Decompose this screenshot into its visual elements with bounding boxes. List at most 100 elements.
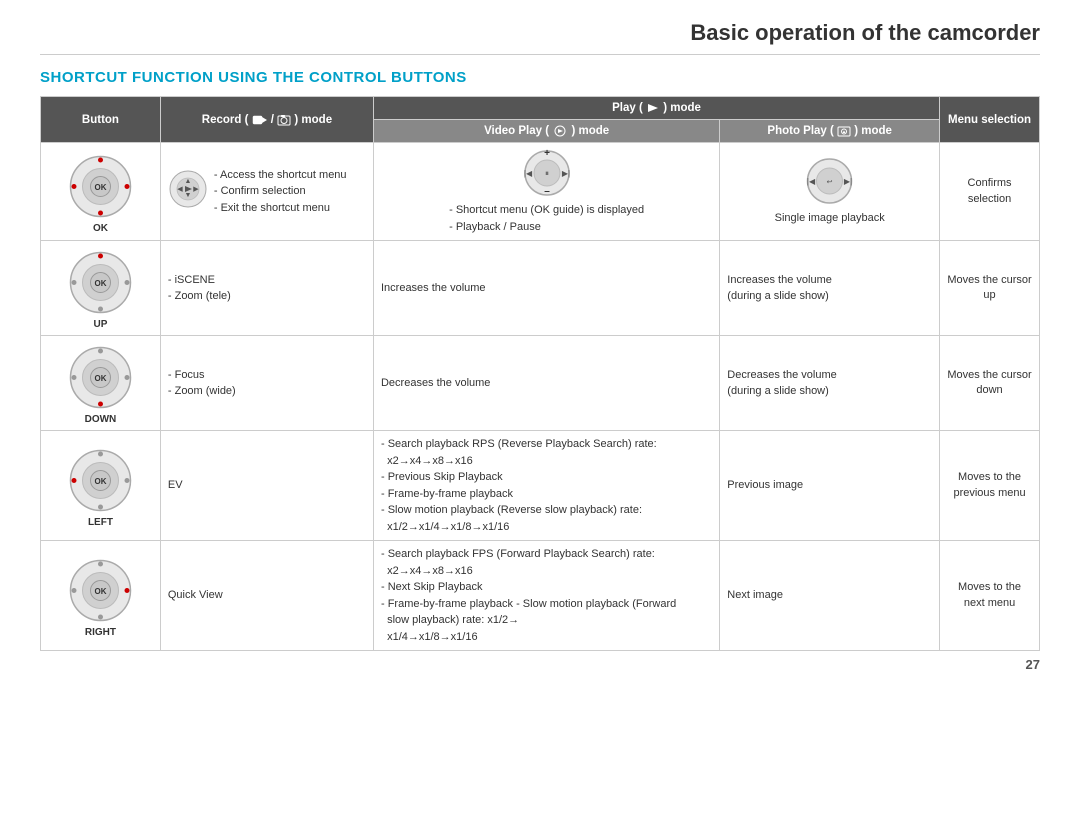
left-record-cell: EV [160, 431, 373, 541]
down-menu-text: Moves the cursor down [947, 368, 1032, 399]
page-title: Basic operation of the camcorder [40, 20, 1040, 55]
photo-play-icon [837, 125, 851, 137]
video-play-icon [552, 125, 568, 137]
button-ok-cell: OK OK [41, 143, 161, 241]
button-left-cell: OK LEFT [41, 431, 161, 541]
left-record-text: EV [168, 477, 366, 494]
header-menu: Menu selection [940, 97, 1040, 143]
svg-text:▼: ▼ [184, 192, 191, 199]
play-icon [646, 103, 660, 113]
table-row: OK UP - iSCENE- Zoom (tele) Increases th… [41, 241, 1040, 336]
ok-photo-cell: |◀ ↩ ▶| Single image playback [720, 143, 940, 241]
right-photo-text: Next image [727, 587, 932, 604]
right-button-icon: OK [48, 558, 153, 623]
right-record-cell: Quick View [160, 541, 373, 651]
left-menu-text: Moves to the previous menu [947, 470, 1032, 501]
down-photo-text: Decreases the volume(during a slide show… [727, 367, 932, 400]
video-ok-icon: |◀ ⏸ ▶| + – [512, 148, 582, 198]
ok-menu-cell: Confirms selection [940, 143, 1040, 241]
down-menu-cell: Moves the cursor down [940, 336, 1040, 431]
page-number: 27 [40, 657, 1040, 672]
up-video-text: Increases the volume [381, 280, 712, 297]
right-menu-text: Moves to the next menu [947, 580, 1032, 611]
down-dial-svg: OK [68, 345, 133, 410]
svg-text:⏸: ⏸ [545, 169, 549, 178]
down-record-text: - Focus- Zoom (wide) [168, 367, 366, 400]
right-label: RIGHT [48, 627, 153, 638]
right-video-text: - Search playback FPS (Forward Playback … [381, 546, 712, 645]
ok-dial-svg: OK [68, 154, 133, 219]
left-label: LEFT [48, 517, 153, 528]
record-ok-icon: ▲ ▼ ◀ ▶ [168, 169, 208, 209]
right-menu-cell: Moves to the next menu [940, 541, 1040, 651]
left-video-text: - Search playback RPS (Reverse Playback … [381, 436, 712, 535]
ok-record-cell: ▲ ▼ ◀ ▶ - Access the shortcut menu- Conf… [160, 143, 373, 241]
down-video-text: Decreases the volume [381, 375, 712, 392]
up-label: UP [48, 319, 153, 330]
left-dial-svg: OK [68, 448, 133, 513]
up-menu-cell: Moves the cursor up [940, 241, 1040, 336]
right-dial-svg: OK [68, 558, 133, 623]
shortcut-table: Button Record ( / ) mode Play ( [40, 96, 1040, 651]
down-record-cell: - Focus- Zoom (wide) [160, 336, 373, 431]
header-button: Button [41, 97, 161, 143]
svg-text:▲: ▲ [184, 178, 191, 185]
record-video-icon [252, 114, 268, 126]
right-photo-cell: Next image [720, 541, 940, 651]
button-up-cell: OK UP [41, 241, 161, 336]
svg-text:|◀: |◀ [524, 169, 533, 178]
table-row: OK OK ▲ [41, 143, 1040, 241]
up-button-icon: OK [48, 250, 153, 315]
up-photo-cell: Increases the volume(during a slide show… [720, 241, 940, 336]
svg-text:▶: ▶ [193, 186, 199, 193]
up-record-text: - iSCENE- Zoom (tele) [168, 272, 366, 305]
photo-ok-icon: |◀ ↩ ▶| [797, 156, 862, 206]
svg-text:◀: ◀ [177, 186, 183, 193]
up-dial-svg: OK [68, 250, 133, 315]
svg-text:OK: OK [94, 279, 106, 288]
section-title: SHORTCUT FUNCTION USING THE CONTROL BUTT… [40, 69, 1040, 86]
ok-label: OK [48, 223, 153, 234]
svg-text:OK: OK [94, 587, 106, 596]
svg-text:OK: OK [94, 374, 106, 383]
up-record-cell: - iSCENE- Zoom (tele) [160, 241, 373, 336]
button-right-cell: OK RIGHT [41, 541, 161, 651]
header-play: Play ( ) mode [373, 97, 939, 120]
table-row: OK LEFT EV - Search playback RPS (Revers… [41, 431, 1040, 541]
svg-text:|◀: |◀ [807, 177, 816, 186]
left-photo-cell: Previous image [720, 431, 940, 541]
ok-video-cell: |◀ ⏸ ▶| + – - Shortcut menu (OK guide) i… [373, 143, 719, 241]
left-photo-text: Previous image [727, 477, 932, 494]
svg-text:OK: OK [94, 183, 106, 192]
svg-text:OK: OK [94, 477, 106, 486]
ok-record-text: - Access the shortcut menu- Confirm sele… [214, 167, 347, 217]
svg-text:▶|: ▶| [562, 169, 570, 178]
up-menu-text: Moves the cursor up [947, 273, 1032, 304]
down-button-icon: OK [48, 345, 153, 410]
up-photo-text: Increases the volume(during a slide show… [727, 272, 932, 305]
right-record-text: Quick View [168, 587, 366, 604]
header-video-play: Video Play ( ) mode [373, 120, 719, 143]
table-row: OK RIGHT Quick View - Search playback FP… [41, 541, 1040, 651]
svg-text:↩: ↩ [827, 179, 833, 186]
right-video-cell: - Search playback FPS (Forward Playback … [373, 541, 719, 651]
left-video-cell: - Search playback RPS (Reverse Playback … [373, 431, 719, 541]
button-down-cell: OK DOWN [41, 336, 161, 431]
down-photo-cell: Decreases the volume(during a slide show… [720, 336, 940, 431]
ok-button-icon: OK [48, 154, 153, 219]
ok-video-text: - Shortcut menu (OK guide) is displayed-… [449, 202, 644, 235]
down-video-cell: Decreases the volume [373, 336, 719, 431]
record-photo-icon [277, 114, 291, 126]
left-menu-cell: Moves to the previous menu [940, 431, 1040, 541]
svg-text:–: – [544, 186, 550, 197]
left-button-icon: OK [48, 448, 153, 513]
header-record: Record ( / ) mode [160, 97, 373, 143]
header-photo-play: Photo Play ( ) mode [720, 120, 940, 143]
table-row: OK DOWN - Focus- Zoom (wide) Decreases t… [41, 336, 1040, 431]
up-video-cell: Increases the volume [373, 241, 719, 336]
svg-text:+: + [544, 148, 550, 159]
ok-menu-text: Confirms selection [947, 176, 1032, 207]
svg-text:▶|: ▶| [844, 177, 852, 186]
ok-photo-text: Single image playback [775, 210, 885, 227]
down-label: DOWN [48, 414, 153, 425]
